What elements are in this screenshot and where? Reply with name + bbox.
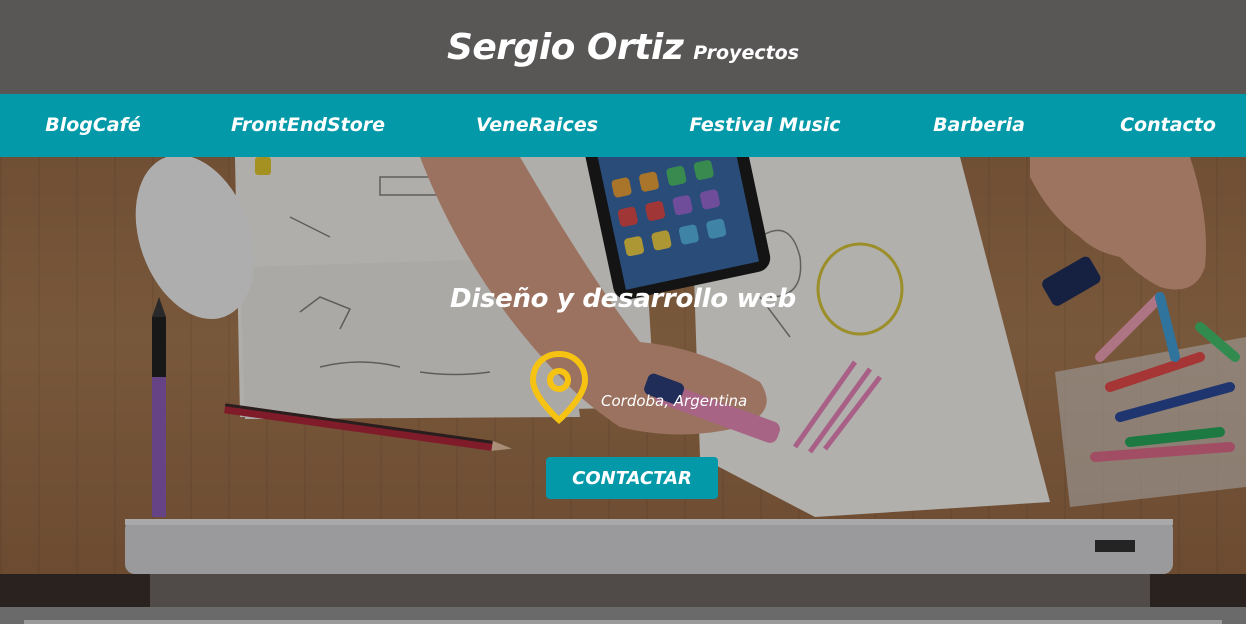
main-nav: BlogCafé FrontEndStore VeneRaices Festiv… bbox=[0, 94, 1246, 157]
map-pin-icon bbox=[529, 350, 589, 424]
hero-dark-overlay bbox=[0, 157, 1246, 607]
nav-link-barberia[interactable]: Barberia bbox=[933, 94, 1025, 157]
hero-heading: Diseño y desarrollo web bbox=[450, 284, 796, 314]
hero-section: Diseño y desarrollo web Cordoba, Argenti… bbox=[0, 157, 1246, 607]
contact-button[interactable]: CONTACTAR bbox=[546, 457, 718, 499]
site-subtitle: Proyectos bbox=[693, 42, 800, 64]
nav-link-frontendstore[interactable]: FrontEndStore bbox=[231, 94, 385, 157]
site-header: Sergio Ortiz Proyectos bbox=[0, 0, 1246, 94]
nav-link-veneraices[interactable]: VeneRaices bbox=[476, 94, 598, 157]
nav-link-blogcafe[interactable]: BlogCafé bbox=[45, 94, 141, 157]
site-title: Sergio Ortiz bbox=[446, 26, 684, 68]
nav-link-festival-music[interactable]: Festival Music bbox=[689, 94, 840, 157]
nav-link-contacto[interactable]: Contacto bbox=[1120, 94, 1216, 157]
location-text: Cordoba, Argentina bbox=[601, 392, 748, 410]
page-bottom-divider bbox=[24, 620, 1222, 624]
